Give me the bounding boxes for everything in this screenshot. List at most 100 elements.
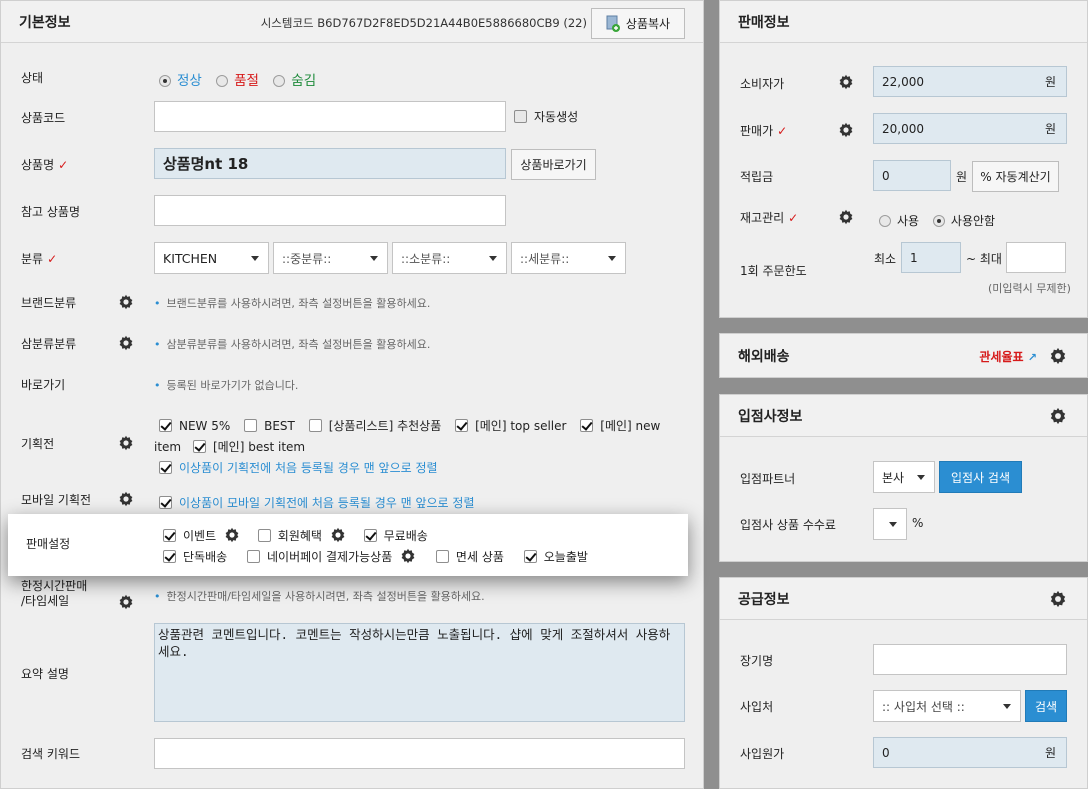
special-sort-checkbox[interactable] [159, 461, 172, 474]
points-input[interactable]: 0 [873, 160, 951, 191]
supplier-search-button[interactable]: 검색 [1025, 690, 1067, 722]
brand-gear-icon[interactable] [118, 294, 134, 310]
vendor-search-button[interactable]: 입점사 검색 [939, 461, 1022, 493]
category-main-select[interactable]: KITCHEN [154, 242, 269, 274]
sale-option-today-ship[interactable]: 오늘출발 [523, 550, 588, 564]
sale-option-checkbox[interactable] [523, 550, 537, 563]
category-mid-select[interactable]: ::중분류:: [273, 242, 388, 274]
summary-textarea[interactable]: 상품관련 코멘트입니다. 코멘트는 작성하시는만큼 노출됩니다. 샵에 맞게 조… [154, 623, 685, 722]
event-gear-icon[interactable] [224, 527, 240, 543]
sale-settings-popup: 판매설정 이벤트 회원혜택 무료배송 단독배송 네이버페이 결제가능상품 면세 … [8, 514, 688, 576]
special-checkbox[interactable] [244, 419, 258, 432]
cost-label: 사입원가 [740, 747, 785, 761]
product-name-label: 상품명 ✓ [21, 158, 69, 172]
sale-settings-row1: 이벤트 회원혜택 무료배송 [163, 527, 428, 544]
special-item[interactable]: [메인] top seller [455, 419, 566, 433]
sale-price-input[interactable]: 20,000 원 [873, 113, 1067, 144]
consumer-price-input[interactable]: 22,000 원 [873, 66, 1067, 97]
sale-option-checkbox[interactable] [163, 529, 176, 542]
product-code-input[interactable] [154, 101, 506, 132]
sambun-label: 삼분류분류 [21, 337, 77, 351]
special-gear-icon[interactable] [118, 435, 134, 451]
sale-option-checkbox[interactable] [247, 550, 260, 563]
mobile-special-sort-checkbox[interactable] [159, 496, 172, 509]
vendor-fee-select[interactable] [873, 508, 907, 540]
supply-gear-icon[interactable] [1049, 590, 1067, 608]
stock-gear-icon[interactable] [838, 209, 854, 225]
sale-option-event[interactable]: 이벤트 [163, 529, 216, 543]
chevron-down-icon [489, 256, 497, 261]
special-item[interactable]: NEW 5% [159, 419, 230, 433]
status-hidden-radio[interactable] [273, 75, 286, 87]
special-item[interactable]: [메인] new [580, 419, 660, 433]
auto-calc-button[interactable]: % 자동계산기 [972, 161, 1059, 192]
vendor-fee-unit: % [912, 516, 924, 530]
consumer-price-gear-icon[interactable] [838, 74, 854, 90]
category-sub-select[interactable]: ::소분류:: [392, 242, 507, 274]
points-label: 적립금 [740, 170, 774, 184]
special-items-row2: item [메인] best item [154, 438, 305, 455]
tariff-link[interactable]: 관세율표 ↗ [979, 348, 1037, 365]
special-checkbox[interactable] [455, 419, 469, 432]
supply-title: 공급정보 [738, 591, 790, 608]
stock-nouse-radio[interactable] [932, 215, 945, 227]
special-sort-option[interactable]: 이상품이 기획전에 처음 등록될 경우 맨 앞으로 정렬 [159, 459, 438, 476]
partner-select[interactable]: 본사 [873, 461, 935, 493]
vendor-header: 입점사정보 [720, 395, 1087, 437]
status-soldout-radio[interactable] [216, 75, 229, 87]
ref-name-input[interactable] [154, 195, 506, 226]
sale-option-member[interactable]: 회원혜택 [257, 529, 322, 543]
overseas-gear-icon[interactable] [1049, 347, 1067, 365]
supplier-select[interactable]: :: 사입처 선택 :: [873, 690, 1021, 722]
system-code: 시스템코드 B6D767D2F8ED5D21A44B0E5886680CB9 (… [260, 16, 587, 30]
sale-option-free-shipping[interactable]: 무료배송 [363, 529, 428, 543]
chevron-down-icon [1003, 704, 1011, 709]
shortcut-label: 바로가기 [21, 378, 66, 392]
chevron-down-icon [251, 256, 259, 261]
order-max-input[interactable] [1006, 242, 1066, 273]
special-checkbox[interactable] [580, 419, 594, 432]
ledger-input[interactable] [873, 644, 1067, 675]
product-name-input[interactable]: 상품명nt 18 [154, 148, 506, 179]
auto-generate-option[interactable]: 자동생성 [514, 108, 578, 125]
stock-use-radio[interactable] [879, 215, 891, 227]
product-goto-button[interactable]: 상품바로가기 [511, 149, 596, 180]
status-label: 상태 [21, 71, 44, 85]
mobile-special-gear-icon[interactable] [118, 491, 134, 507]
sale-option-checkbox[interactable] [257, 529, 271, 542]
order-limit-label: 1회 주문한도 [740, 264, 807, 278]
sale-option-checkbox[interactable] [163, 550, 176, 563]
timesale-gear-icon[interactable] [118, 594, 134, 610]
sale-option-checkbox[interactable] [435, 550, 449, 563]
vendor-gear-icon[interactable] [1049, 407, 1067, 425]
sale-price-gear-icon[interactable] [838, 122, 854, 138]
special-checkbox[interactable] [308, 419, 322, 432]
overseas-title: 해외배송 [738, 348, 790, 365]
special-item[interactable]: [상품리스트] 추천상품 [308, 419, 441, 433]
sale-option-checkbox[interactable] [363, 529, 377, 542]
sale-option-tax-free[interactable]: 면세 상품 [435, 550, 504, 564]
status-normal-radio[interactable] [159, 75, 171, 87]
brand-label: 브랜드분류 [21, 296, 77, 310]
sambun-gear-icon[interactable] [118, 335, 134, 351]
special-item[interactable]: BEST [244, 419, 295, 433]
cost-input[interactable]: 0원 [873, 737, 1067, 768]
member-gear-icon[interactable] [330, 527, 346, 543]
special-checkbox[interactable] [159, 419, 172, 432]
stock-nouse-label: 사용안함 [950, 214, 996, 228]
auto-generate-label: 자동생성 [534, 110, 579, 124]
category-detail-select[interactable]: ::세분류:: [511, 242, 626, 274]
sale-option-naverpay[interactable]: 네이버페이 결제가능상품 [247, 550, 392, 564]
special-item[interactable]: [메인] best item [192, 440, 305, 454]
copy-product-button[interactable]: 상품복사 [591, 8, 685, 39]
special-checkbox[interactable] [192, 440, 206, 453]
mobile-special-sort-option[interactable]: 이상품이 모바일 기획전에 처음 등록될 경우 맨 앞으로 정렬 [159, 494, 474, 511]
ledger-label: 장기명 [740, 654, 774, 668]
sale-option-solo-shipping[interactable]: 단독배송 [163, 550, 227, 564]
auto-generate-checkbox[interactable] [514, 110, 527, 123]
keyword-input[interactable] [154, 738, 685, 769]
naverpay-gear-icon[interactable] [400, 548, 416, 564]
stock-label: 재고관리 ✓ [740, 211, 799, 225]
order-min-input[interactable]: 1 [901, 242, 961, 273]
consumer-price-label: 소비자가 [740, 77, 785, 91]
